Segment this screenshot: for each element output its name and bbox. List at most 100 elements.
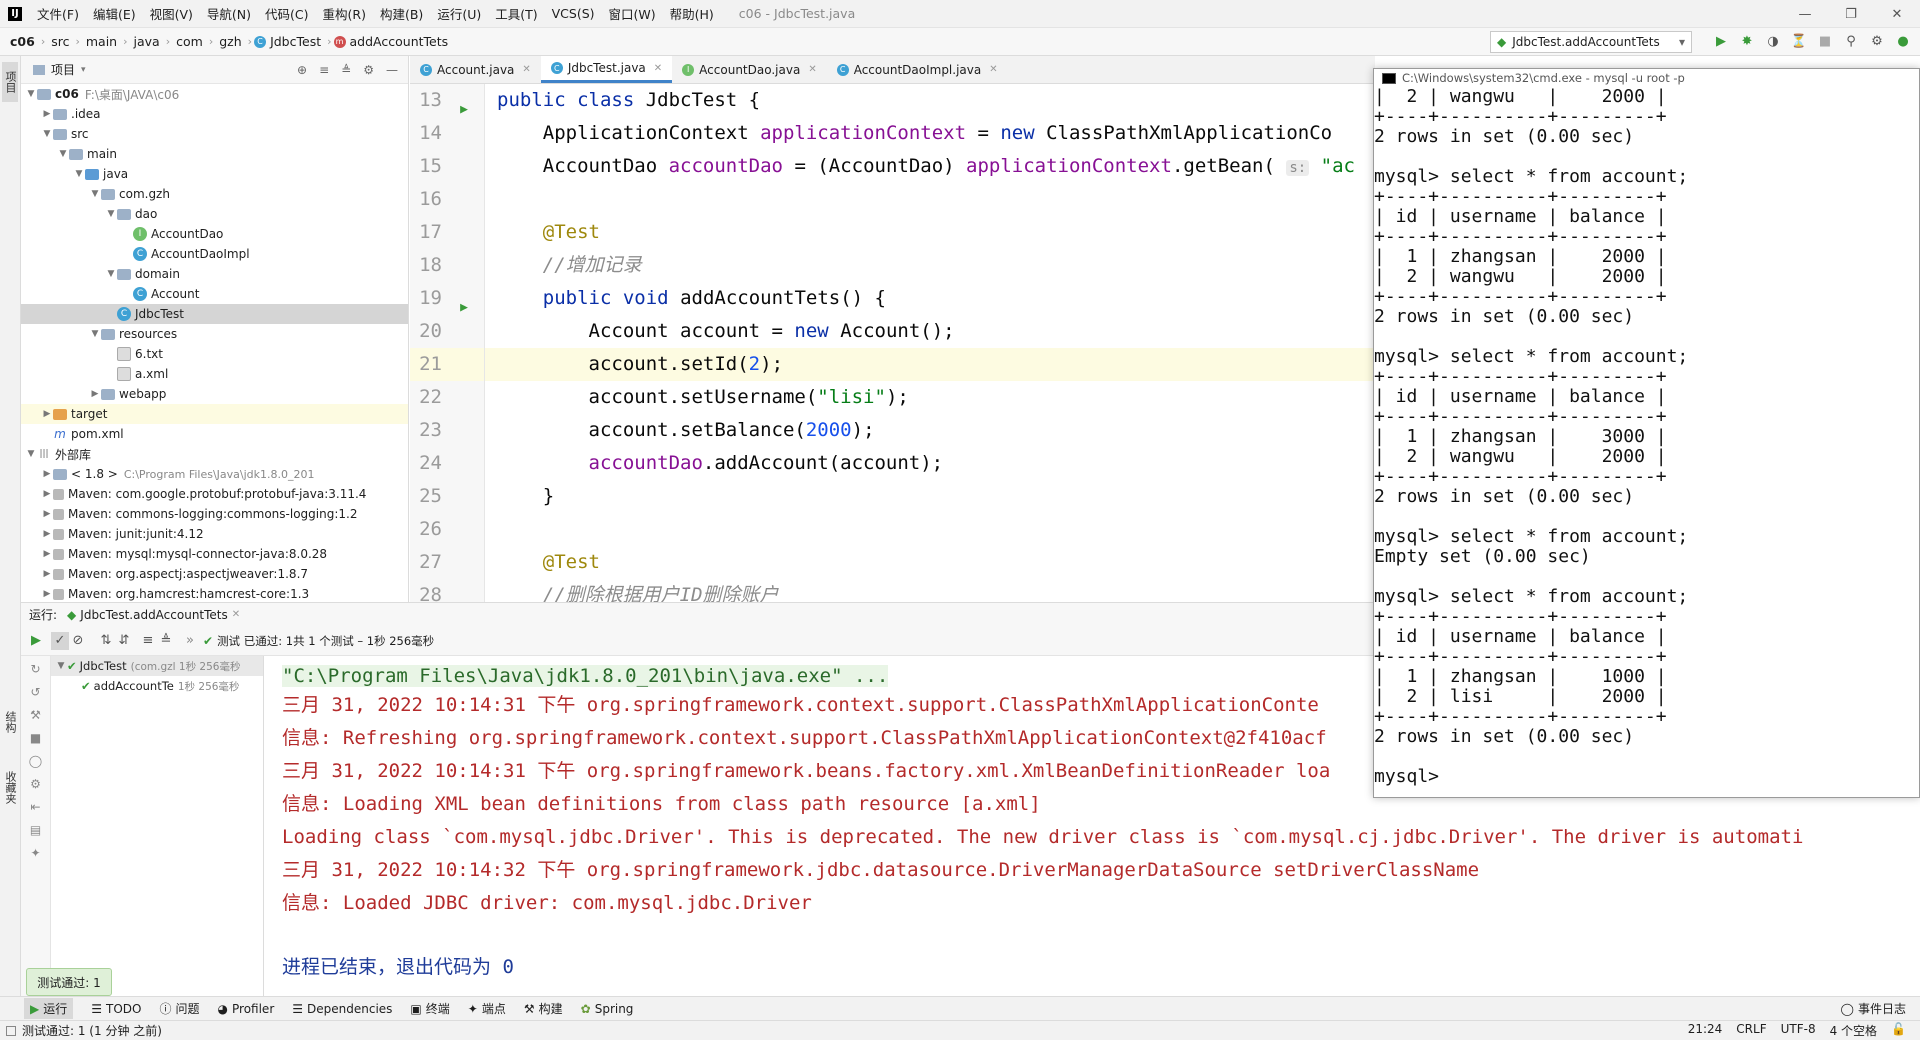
toolwin-event-log[interactable]: ◯ 事件日志 <box>1841 1000 1920 1017</box>
menu-view[interactable]: 视图(V) <box>143 4 200 23</box>
breadcrumb-com[interactable]: com <box>172 34 207 49</box>
minimize-icon[interactable]: — <box>1782 0 1828 28</box>
toolwin-build[interactable]: ⚒ 构建 <box>524 1000 563 1017</box>
expand-all-icon[interactable]: ≡ <box>139 632 157 650</box>
camera-icon[interactable]: ◯ <box>29 754 42 768</box>
rerun-failed-icon[interactable]: ↻ <box>30 662 40 676</box>
tree-item-external-libraries[interactable]: ▼ ||| 外部库 <box>21 444 408 464</box>
menu-code[interactable]: 代码(C) <box>258 4 315 23</box>
structure-tool-tab[interactable]: 结构 <box>2 702 18 742</box>
more-icon[interactable]: » <box>181 632 199 650</box>
tree-item-target[interactable]: ▶ target <box>21 404 408 424</box>
tree-item-6-txt[interactable]: 6.txt <box>21 344 408 364</box>
indent-setting[interactable]: 4 个空格 <box>1830 1022 1877 1039</box>
menu-edit[interactable]: 编辑(E) <box>86 4 143 23</box>
tree-item-pom-xml[interactable]: m pom.xml <box>21 424 408 444</box>
close-icon[interactable]: ✕ <box>1874 0 1920 28</box>
tree-item-library[interactable]: ▶ Maven: com.google.protobuf:protobuf-jav… <box>21 484 408 504</box>
coverage-icon[interactable]: ◑ <box>1764 32 1782 50</box>
stop-icon[interactable]: ■ <box>30 731 41 745</box>
maximize-icon[interactable]: ❐ <box>1828 0 1874 28</box>
test-tree-root[interactable]: ▼ ✔ JdbcTest (com.gzl 1秒 256毫秒 <box>51 656 263 676</box>
toolwin-problems[interactable]: ⓘ 问题 <box>159 1000 199 1017</box>
tree-item-c06[interactable]: ▼ c06 F:\桌面\JAVA\c06 <box>21 84 408 104</box>
layout-icon[interactable]: ▤ <box>30 823 41 837</box>
show-passed-icon[interactable]: ✓ <box>51 631 69 650</box>
pin-icon[interactable]: ✦ <box>30 846 40 860</box>
breadcrumb-project[interactable]: c06 <box>0 34 39 49</box>
file-encoding[interactable]: UTF-8 <box>1781 1022 1816 1039</box>
search-icon[interactable]: ⚲ <box>1842 32 1860 50</box>
tree-item-jdk[interactable]: ▶ < 1.8 > C:\Program Files\Java\jdk1.8.0_2… <box>21 464 408 484</box>
favorites-tool-tab[interactable]: 收藏夹 <box>2 762 18 812</box>
tree-item-idea[interactable]: ▶ .idea <box>21 104 408 124</box>
run-gutter-icon[interactable]: ▶ <box>452 291 468 315</box>
tree-item-java[interactable]: ▼ java <box>21 164 408 184</box>
menu-build[interactable]: 构建(B) <box>373 4 430 23</box>
run-tab[interactable]: ◆ JdbcTest.addAccountTets ✕ <box>67 608 240 622</box>
breadcrumb-java[interactable]: java <box>130 34 164 49</box>
breadcrumb-method[interactable]: addAccountTets <box>346 34 453 49</box>
expand-all-icon[interactable]: ≡ <box>319 63 329 77</box>
rerun-icon[interactable]: ▶ <box>27 632 45 650</box>
menu-vcs[interactable]: VCS(S) <box>545 6 602 21</box>
tree-item-a-xml[interactable]: a.xml <box>21 364 408 384</box>
toolwin-profiler[interactable]: ◕ Profiler <box>218 1002 275 1016</box>
sort-alpha-icon[interactable]: ⇅ <box>97 632 115 650</box>
menu-run[interactable]: 运行(U) <box>430 4 488 23</box>
close-icon[interactable]: ✕ <box>522 64 530 75</box>
collapse-all-icon[interactable]: ≜ <box>157 632 175 650</box>
import-icon[interactable]: ⇤ <box>30 800 40 814</box>
menu-file[interactable]: 文件(F) <box>30 4 86 23</box>
tree-item-main[interactable]: ▼ main <box>21 144 408 164</box>
close-icon[interactable]: ✕ <box>232 609 240 620</box>
menu-help[interactable]: 帮助(H) <box>663 4 721 23</box>
menu-refactor[interactable]: 重构(R) <box>316 4 373 23</box>
menu-navigate[interactable]: 导航(N) <box>200 4 258 23</box>
breadcrumb-main[interactable]: main <box>82 34 121 49</box>
tree-item-accountdaoimpl[interactable]: C AccountDaoImpl <box>21 244 408 264</box>
tree-item-account[interactable]: C Account <box>21 284 408 304</box>
tree-item-library[interactable]: ▶ Maven: org.hamcrest:hamcrest-core:1.3 <box>21 584 408 604</box>
debug-icon[interactable]: ✸ <box>1738 32 1756 50</box>
tree-item-src[interactable]: ▼ src <box>21 124 408 144</box>
run-gutter-icon[interactable]: ▶ <box>452 93 468 117</box>
toolwin-todo[interactable]: ☰ TODO <box>91 1002 141 1016</box>
toolwin-terminal[interactable]: ▣ 终端 <box>410 1000 449 1017</box>
chevron-down-icon[interactable]: ▾ <box>81 65 86 75</box>
caret-position[interactable]: 21:24 <box>1688 1022 1723 1039</box>
tree-item-library[interactable]: ▶ Maven: org.aspectj:aspectjweaver:1.8.7 <box>21 564 408 584</box>
tree-item-domain[interactable]: ▼ domain <box>21 264 408 284</box>
tree-item-resources[interactable]: ▼ resources <box>21 324 408 344</box>
tab-accountdaoimpl-java[interactable]: C AccountDaoImpl.java ✕ <box>827 56 1008 83</box>
tree-item-dao[interactable]: ▼ dao <box>21 204 408 224</box>
sort-duration-icon[interactable]: ⇵ <box>115 632 133 650</box>
line-separator[interactable]: CRLF <box>1736 1022 1766 1039</box>
status-message[interactable]: 测试通过: 1 (1 分钟 之前) <box>22 1022 162 1039</box>
toolwin-spring[interactable]: ✿ Spring <box>581 1002 634 1016</box>
stop-icon[interactable]: ■ <box>1816 32 1834 50</box>
tab-account-java[interactable]: C Account.java ✕ <box>410 56 541 83</box>
tree-item-library[interactable]: ▶ Maven: mysql:mysql-connector-java:8.0.2… <box>21 544 408 564</box>
tree-item-jdbctest[interactable]: C JdbcTest <box>21 304 408 324</box>
layout-icon[interactable] <box>6 1025 16 1036</box>
project-panel-title[interactable]: 项目 <box>51 61 75 78</box>
code-editor[interactable]: public class JdbcTest { ApplicationConte… <box>485 84 1375 602</box>
collapse-all-icon[interactable]: ≜ <box>341 63 351 77</box>
tree-item-com-gzh[interactable]: ▼ com.gzh <box>21 184 408 204</box>
close-icon[interactable]: ✕ <box>654 63 662 74</box>
test-tree-item[interactable]: ✔ addAccountTe 1秒 256毫秒 <box>51 676 263 696</box>
run-icon[interactable]: ▶ <box>1712 32 1730 50</box>
wrench-icon[interactable]: ⚒ <box>30 708 41 722</box>
tree-item-library[interactable]: ▶ Maven: junit:junit:4.12 <box>21 524 408 544</box>
tab-accountdao-java[interactable]: I AccountDao.java ✕ <box>672 56 827 83</box>
gear-icon[interactable]: ⚙ <box>1868 32 1886 50</box>
update-icon[interactable]: ● <box>1894 32 1912 50</box>
toolwin-endpoints[interactable]: ✦ 端点 <box>468 1000 506 1017</box>
hide-icon[interactable]: — <box>386 63 398 77</box>
locate-icon[interactable]: ⊕ <box>297 63 307 77</box>
toggle-auto-test-icon[interactable]: ↺ <box>30 685 40 699</box>
tree-item-library[interactable]: ▶ Maven: commons-logging:commons-logging:… <box>21 504 408 524</box>
profile-icon[interactable]: ⏳ <box>1790 32 1808 50</box>
close-icon[interactable]: ✕ <box>989 64 997 75</box>
